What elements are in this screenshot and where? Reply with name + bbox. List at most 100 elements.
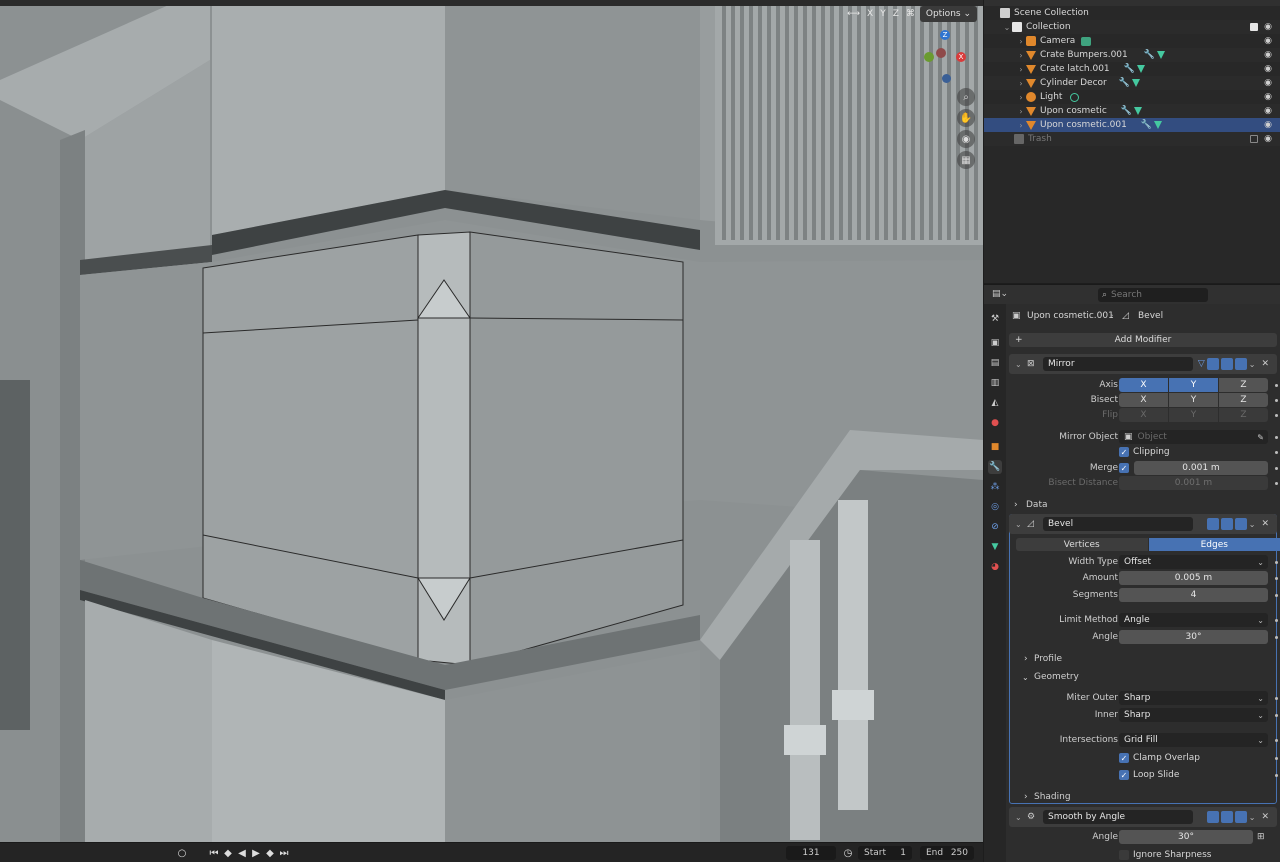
gizmo-y-axis[interactable] bbox=[924, 52, 934, 62]
smooth-angle-field[interactable]: 30° bbox=[1119, 830, 1253, 844]
keyframe-dot-icon[interactable] bbox=[1275, 696, 1278, 700]
mirror-name-field[interactable]: Mirror bbox=[1043, 357, 1193, 371]
data-tab-icon[interactable]: ▼ bbox=[988, 540, 1002, 554]
keyframe-dot-icon[interactable] bbox=[1275, 435, 1278, 439]
chevron-down-icon[interactable]: ⌄ bbox=[1249, 520, 1256, 529]
axis-x-toggle[interactable]: X bbox=[1119, 378, 1168, 392]
current-frame-field[interactable]: 131 bbox=[786, 846, 836, 860]
edit-mode-toggle-icon[interactable] bbox=[1206, 811, 1219, 823]
flip-z-toggle[interactable]: Z bbox=[1219, 408, 1268, 422]
modifier-wrench-icon[interactable]: 🔧 bbox=[1119, 78, 1130, 88]
editor-type-icon[interactable]: ▤⌄ bbox=[992, 289, 1010, 301]
output-tab-icon[interactable]: ▤ bbox=[988, 356, 1002, 370]
bisect-y-toggle[interactable]: Y bbox=[1169, 393, 1218, 407]
edit-cage-icon[interactable]: ▽ bbox=[1198, 359, 1205, 369]
play-reverse-icon[interactable]: ◀ bbox=[236, 846, 248, 860]
snap-icon[interactable]: ⌘ bbox=[904, 9, 917, 19]
zoom-icon[interactable]: ⌕ bbox=[957, 88, 975, 106]
outliner-item-camera[interactable]: › Camera ◉ bbox=[984, 34, 1280, 48]
modifier-wrench-icon[interactable]: 🔧 bbox=[1121, 106, 1132, 116]
keyframe-dot-icon[interactable] bbox=[1275, 398, 1278, 402]
viewport-axis-y[interactable]: Y bbox=[878, 9, 888, 19]
ignore-sharpness-checkbox[interactable] bbox=[1119, 850, 1129, 860]
miter-outer-dropdown[interactable]: Sharp ⌄ bbox=[1119, 691, 1268, 705]
merge-checkbox[interactable]: ✓ bbox=[1119, 463, 1129, 473]
mesh-data-icon[interactable] bbox=[1156, 51, 1165, 59]
chevron-down-icon[interactable]: ⌄ bbox=[1015, 520, 1022, 529]
chevron-right-icon[interactable]: › bbox=[1016, 121, 1026, 130]
viewport-toggle-icon[interactable] bbox=[1220, 518, 1233, 530]
play-icon[interactable]: ▶ bbox=[250, 846, 262, 860]
viewport-toggle-icon[interactable] bbox=[1220, 358, 1233, 370]
particles-tab-icon[interactable]: ⁂ bbox=[988, 480, 1002, 494]
attribute-toggle-icon[interactable]: ⊞ bbox=[1257, 832, 1265, 842]
exclude-checkbox-icon[interactable] bbox=[1250, 23, 1258, 31]
keyframe-dot-icon[interactable] bbox=[1275, 481, 1278, 485]
smooth-by-angle-header[interactable]: ⌄ ⚙ Smooth by Angle ⌄ ✕ bbox=[1009, 807, 1277, 827]
next-keyframe-icon[interactable]: ◆ bbox=[264, 846, 276, 860]
light-data-icon[interactable] bbox=[1070, 92, 1080, 102]
geometry-subpanel[interactable]: ⌄ Geometry bbox=[1006, 669, 1280, 685]
constraints-tab-icon[interactable]: ⊘ bbox=[988, 520, 1002, 534]
keyframe-dot-icon[interactable] bbox=[1275, 618, 1278, 622]
camera-data-icon[interactable] bbox=[1081, 36, 1092, 46]
properties-search-field[interactable]: ⌕ Search bbox=[1098, 288, 1208, 302]
eye-icon[interactable]: ◉ bbox=[1264, 106, 1272, 116]
smooth-name-field[interactable]: Smooth by Angle bbox=[1043, 810, 1193, 824]
keyframe-dot-icon[interactable] bbox=[1275, 450, 1278, 454]
eye-icon[interactable]: ◉ bbox=[1264, 36, 1272, 46]
mesh-data-icon[interactable] bbox=[1134, 107, 1143, 115]
clock-icon[interactable]: ◷ bbox=[842, 846, 854, 860]
flip-x-toggle[interactable]: X bbox=[1119, 408, 1168, 422]
tool-tab-icon[interactable]: ⚒ bbox=[988, 312, 1002, 326]
chevron-down-icon[interactable]: ⌄ bbox=[1022, 673, 1029, 682]
eye-icon[interactable]: ◉ bbox=[1264, 134, 1272, 144]
bisect-x-toggle[interactable]: X bbox=[1119, 393, 1168, 407]
view-layer-tab-icon[interactable]: ▥ bbox=[988, 376, 1002, 390]
chevron-right-icon[interactable]: › bbox=[1016, 37, 1026, 46]
chevron-right-icon[interactable]: › bbox=[1014, 500, 1018, 510]
axis-y-toggle[interactable]: Y bbox=[1169, 378, 1218, 392]
bisect-distance-field[interactable]: 0.001 m bbox=[1119, 476, 1268, 490]
chevron-right-icon[interactable]: › bbox=[1016, 93, 1026, 102]
loop-slide-checkbox[interactable]: ✓ bbox=[1119, 770, 1129, 780]
outliner-item-cylinder-decor[interactable]: › Cylinder Decor 🔧 ◉ bbox=[984, 76, 1280, 90]
chevron-down-icon[interactable]: ⌄ bbox=[1015, 813, 1022, 822]
3d-viewport[interactable]: ⟷ X Y Z ⌘ Options ⌄ Z X ⌕ ✋ ◉ ▦ bbox=[0, 0, 983, 842]
jump-end-icon[interactable]: ⏭ bbox=[278, 846, 290, 860]
keyframe-dot-icon[interactable] bbox=[1275, 738, 1278, 742]
chevron-right-icon[interactable]: › bbox=[1024, 654, 1028, 664]
end-frame-field[interactable]: End 250 bbox=[920, 846, 974, 860]
mirror-data-subpanel[interactable]: › Data bbox=[1006, 497, 1280, 513]
merge-distance-field[interactable]: 0.001 m bbox=[1134, 461, 1268, 475]
chevron-right-icon[interactable]: › bbox=[1016, 51, 1026, 60]
clipping-checkbox[interactable]: ✓ bbox=[1119, 447, 1129, 457]
chevron-down-icon[interactable]: ⌄ bbox=[1002, 23, 1012, 32]
keyframe-dot-icon[interactable] bbox=[1275, 635, 1278, 639]
mesh-data-icon[interactable] bbox=[1136, 65, 1145, 73]
chevron-right-icon[interactable]: › bbox=[1016, 107, 1026, 116]
chevron-right-icon[interactable]: › bbox=[1016, 79, 1026, 88]
angle-field[interactable]: 30° bbox=[1119, 630, 1268, 644]
modifier-wrench-icon[interactable]: 🔧 bbox=[1141, 120, 1152, 130]
options-button[interactable]: Options ⌄ bbox=[919, 6, 977, 22]
physics-tab-icon[interactable]: ◎ bbox=[988, 500, 1002, 514]
outliner-item-upon-cosmetic[interactable]: › Upon cosmetic 🔧 ◉ bbox=[984, 104, 1280, 118]
outliner-row-trash[interactable]: Trash ◉ bbox=[984, 132, 1280, 146]
start-frame-field[interactable]: Start 1 bbox=[858, 846, 912, 860]
modifier-tab-icon[interactable]: 🔧 bbox=[988, 460, 1002, 474]
chevron-right-icon[interactable]: › bbox=[1024, 792, 1028, 802]
close-icon[interactable]: ✕ bbox=[1261, 359, 1269, 369]
limit-method-dropdown[interactable]: Angle ⌄ bbox=[1119, 613, 1268, 627]
keyframe-dot-icon[interactable] bbox=[1275, 713, 1278, 717]
keyframe-dot-icon[interactable] bbox=[1275, 756, 1278, 760]
eye-icon[interactable]: ◉ bbox=[1264, 64, 1272, 74]
pan-hand-icon[interactable]: ✋ bbox=[957, 109, 975, 127]
material-tab-icon[interactable]: ◕ bbox=[988, 560, 1002, 574]
prev-keyframe-icon[interactable]: ◆ bbox=[222, 846, 234, 860]
viewport-axis-z[interactable]: Z bbox=[891, 9, 901, 19]
mirror-object-field[interactable]: ▣ Object ✎ bbox=[1119, 430, 1268, 444]
bevel-modifier-header[interactable]: ⌄ ◿ Bevel ⌄ ✕ bbox=[1009, 514, 1277, 534]
close-icon[interactable]: ✕ bbox=[1261, 812, 1269, 822]
keyframe-dot-icon[interactable] bbox=[1275, 413, 1278, 417]
